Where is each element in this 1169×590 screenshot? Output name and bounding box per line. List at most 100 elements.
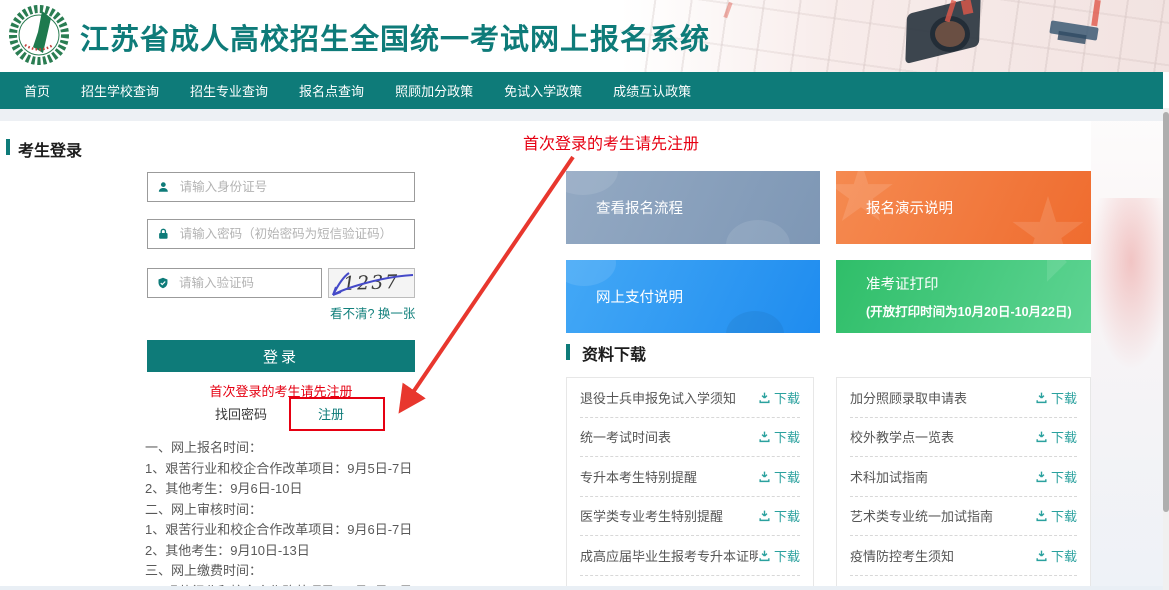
download-icon (758, 509, 771, 522)
download-label: 下载 (1051, 506, 1077, 525)
download-item: 校外教学点一览表 下载 (850, 418, 1077, 458)
nav-item-site-query[interactable]: 报名点查询 (299, 81, 364, 100)
download-item-title: 疫情防控考生须知 (850, 546, 954, 565)
cloud-decoration (566, 260, 616, 286)
nav-item-major-query[interactable]: 招生专业查询 (190, 81, 268, 100)
download-item: 加分照顾录取申请表 下载 (850, 378, 1077, 418)
captcha-scribble (329, 269, 415, 298)
page: 江苏省成人高校招生全国统一考试网上报名系统 首页 招生学校查询 招生专业查询 报… (0, 0, 1169, 590)
download-link[interactable]: 下载 (758, 506, 800, 525)
main-nav: 首页 招生学校查询 招生专业查询 报名点查询 照顾加分政策 免试入学政策 成绩互… (0, 72, 1163, 109)
download-item: 艺术类专业统一加试指南 下载 (850, 497, 1077, 537)
download-link[interactable]: 下载 (1035, 388, 1077, 407)
schedule-line: 1、艰苦行业和校企合作改革项目：9月6日-7日 (145, 520, 412, 541)
download-label: 下载 (774, 388, 800, 407)
download-link[interactable]: 下载 (1035, 467, 1077, 486)
download-link[interactable]: 下载 (1035, 427, 1077, 446)
register-highlight-box (289, 397, 385, 431)
id-number-field-wrap (147, 172, 415, 202)
download-icon (758, 470, 771, 483)
password-input[interactable] (178, 226, 414, 242)
side-background-photo (1091, 108, 1163, 590)
download-icon (1035, 509, 1048, 522)
download-item: 成高应届毕业生报考专升本证明 下载 (580, 536, 800, 576)
download-item: 专升本考生特别提醒 下载 (580, 457, 800, 497)
download-item-title: 专升本考生特别提醒 (580, 467, 697, 486)
scrollbar-thumb[interactable] (1163, 112, 1169, 512)
login-section-title: 考生登录 (18, 137, 82, 161)
page-bottom-edge (0, 586, 1163, 590)
tile-sublabel: (开放打印时间为10月20日-10月22日) (866, 301, 1091, 320)
nav-item-score-policy[interactable]: 成绩互认政策 (613, 81, 691, 100)
download-label: 下载 (774, 506, 800, 525)
cloud-decoration (566, 171, 618, 195)
download-icon (1035, 549, 1048, 562)
download-item-title: 校外教学点一览表 (850, 427, 954, 446)
download-label: 下载 (1051, 427, 1077, 446)
tile-demo-guide[interactable]: 报名演示说明 (836, 171, 1091, 244)
download-item: 术科加试指南 下载 (850, 457, 1077, 497)
download-item-title: 医学类专业考生特别提醒 (580, 506, 723, 525)
download-item-title: 统一考试时间表 (580, 427, 671, 446)
captcha-input[interactable] (177, 275, 321, 291)
nav-item-home[interactable]: 首页 (24, 81, 50, 100)
nav-item-school-query[interactable]: 招生学校查询 (81, 81, 159, 100)
tile-label: 报名演示说明 (866, 197, 1091, 218)
downloads-panel-right: 加分照顾录取申请表 下载 校外教学点一览表 下载 术科加试指南 下载 艺术类专业… (836, 377, 1091, 590)
schedule-line: 2、其他考生：9月10日-13日 (145, 541, 412, 562)
tile-label: 准考证打印 (866, 273, 1091, 294)
download-item: 统一考试时间表 下载 (580, 418, 800, 458)
nav-divider (0, 109, 1163, 121)
download-icon (758, 391, 771, 404)
downloads-section-title: 资料下载 (582, 341, 646, 365)
schedule-text: 一、网上报名时间： 1、艰苦行业和校企合作改革项目：9月5日-7日 2、其他考生… (145, 438, 412, 590)
nav-item-bonus-policy[interactable]: 照顾加分政策 (395, 81, 473, 100)
schedule-line: 2、其他考生：9月6日-10日 (145, 479, 412, 500)
download-link[interactable]: 下载 (758, 427, 800, 446)
download-item-title: 成高应届毕业生报考专升本证明 (580, 546, 758, 565)
section-accent-bar (566, 344, 570, 360)
download-item-title: 艺术类专业统一加试指南 (850, 506, 993, 525)
download-link[interactable]: 下载 (758, 467, 800, 486)
section-accent-bar (6, 139, 10, 155)
download-item: 疫情防控考生须知 下载 (850, 536, 1077, 576)
schedule-line: 一、网上报名时间： (145, 438, 412, 459)
register-annotation-text: 首次登录的考生请先注册 (523, 130, 699, 154)
site-logo-icon (8, 4, 70, 66)
schedule-line: 1、艰苦行业和校企合作改革项目：9月5日-7日 (145, 459, 412, 480)
nav-item-exempt-policy[interactable]: 免试入学政策 (504, 81, 582, 100)
download-item: 退役士兵申报免试入学须知 下载 (580, 378, 800, 418)
tile-label: 查看报名流程 (596, 197, 820, 218)
shield-check-icon (157, 276, 169, 290)
captcha-image[interactable]: 1237 (328, 268, 415, 298)
tile-label: 网上支付说明 (596, 286, 820, 307)
captcha-field-wrap (147, 268, 322, 298)
lock-icon (157, 227, 170, 241)
download-link[interactable]: 下载 (1035, 506, 1077, 525)
download-label: 下载 (1051, 388, 1077, 407)
download-item-title: 加分照顾录取申请表 (850, 388, 967, 407)
download-label: 下载 (774, 427, 800, 446)
download-label: 下载 (1051, 546, 1077, 565)
download-link[interactable]: 下载 (758, 546, 800, 565)
tile-view-process[interactable]: 查看报名流程 (566, 171, 820, 244)
forgot-password-link[interactable]: 找回密码 (215, 404, 267, 423)
cloud-decoration (726, 220, 790, 244)
download-label: 下载 (774, 467, 800, 486)
download-icon (1035, 430, 1048, 443)
captcha-refresh-link[interactable]: 看不清? 换一张 (330, 303, 418, 322)
download-link[interactable]: 下载 (758, 388, 800, 407)
download-icon (1035, 391, 1048, 404)
download-label: 下载 (774, 546, 800, 565)
tile-payment-guide[interactable]: 网上支付说明 (566, 260, 820, 333)
password-field-wrap (147, 219, 415, 249)
cloud-decoration (726, 311, 784, 333)
download-icon (758, 430, 771, 443)
tile-print-admission-ticket[interactable]: 准考证打印 (开放打印时间为10月20日-10月22日) (836, 260, 1091, 333)
id-number-input[interactable] (178, 179, 414, 195)
login-button[interactable]: 登录 (147, 340, 415, 372)
download-icon (758, 549, 771, 562)
download-link[interactable]: 下载 (1035, 546, 1077, 565)
downloads-panel-left: 退役士兵申报免试入学须知 下载 统一考试时间表 下载 专升本考生特别提醒 下载 … (566, 377, 814, 590)
download-label: 下载 (1051, 467, 1077, 486)
